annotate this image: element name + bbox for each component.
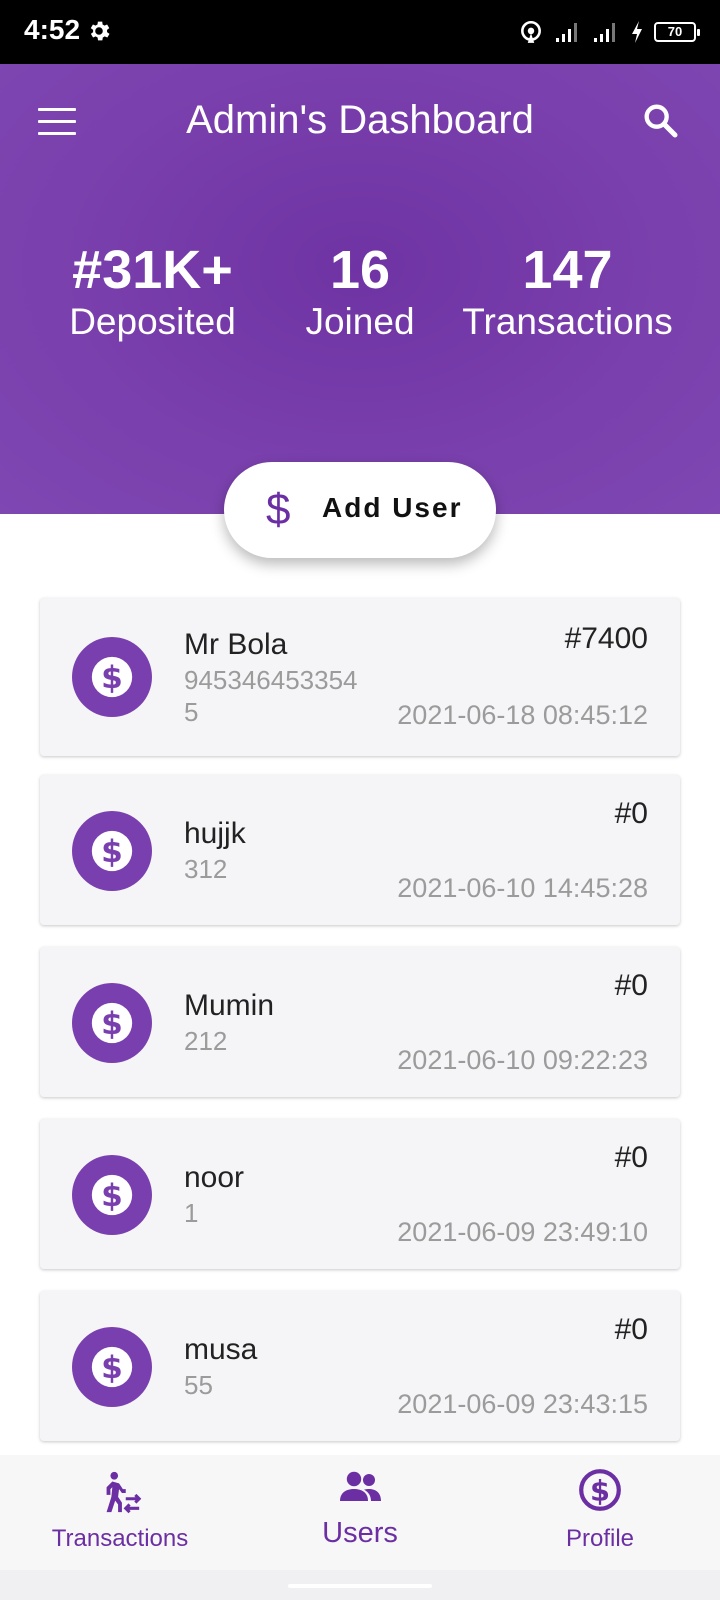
user-amount: #0 — [614, 797, 648, 830]
user-amount: #0 — [614, 1313, 648, 1346]
dollar-circle-icon: $ — [579, 1469, 621, 1511]
dollar-circle-icon: $ — [72, 637, 152, 717]
user-name: Mr Bola — [184, 628, 288, 661]
stat-value: #31K+ — [72, 240, 233, 300]
settings-gear-icon — [90, 21, 110, 41]
stats-row: #31K+ Deposited 16 Joined 147 Transactio… — [0, 240, 720, 350]
status-time: 4:52 — [24, 14, 81, 45]
list-item[interactable]: $ noor 1 #0 2021-06-09 23:49:10 — [40, 1119, 680, 1269]
user-name: hujjk — [184, 817, 246, 850]
user-name: musa — [184, 1333, 258, 1366]
dollar-circle-icon: $ — [72, 1155, 152, 1235]
stat-label: Deposited — [69, 301, 236, 342]
list-item[interactable]: $ Mr Bola 9453464533545 #7400 2021-06-18… — [40, 598, 680, 756]
user-name: Mumin — [184, 989, 275, 1022]
status-bar: 4:52 70 — [0, 0, 720, 64]
user-phone: 1 — [184, 1198, 199, 1228]
gesture-bar — [0, 1570, 720, 1600]
transfer-walk-icon — [106, 1471, 142, 1514]
list-item[interactable]: $ hujjk 312 #0 2021-06-10 14:45:28 — [40, 775, 680, 925]
user-name: noor — [184, 1161, 245, 1194]
user-phone: 9453464533545 — [184, 665, 358, 727]
dollar-icon: $ — [266, 485, 291, 534]
dollar-circle-icon: $ — [72, 1327, 152, 1407]
svg-text:$: $ — [101, 660, 123, 696]
page: { "status_bar": { "time": "4:52", "batte… — [0, 0, 720, 1600]
add-user-button[interactable]: $ Add User — [224, 462, 496, 558]
user-phone: 55 — [184, 1370, 213, 1400]
user-date: 2021-06-10 14:45:28 — [397, 873, 648, 903]
stat-label: Transactions — [462, 301, 673, 342]
user-date: 2021-06-09 23:49:10 — [397, 1217, 648, 1247]
dollar-circle-icon: $ — [72, 983, 152, 1063]
user-amount: #0 — [614, 1141, 648, 1174]
user-amount: #0 — [614, 969, 648, 1002]
svg-text:$: $ — [101, 1178, 123, 1214]
search-icon[interactable] — [640, 100, 680, 140]
add-user-label: Add User — [322, 492, 463, 523]
signal-icon-2 — [594, 23, 615, 42]
user-date: 2021-06-10 09:22:23 — [397, 1045, 648, 1075]
user-date: 2021-06-09 23:43:15 — [397, 1389, 648, 1419]
status-icons: 70 — [518, 18, 700, 46]
stat-joined: 16 Joined — [290, 240, 430, 344]
nav-label: Transactions — [51, 1525, 189, 1552]
group-icon — [340, 1471, 381, 1501]
stat-transactions: 147 Transactions — [455, 240, 680, 344]
signal-icon — [556, 23, 577, 42]
user-amount: #7400 — [564, 622, 648, 655]
list-item[interactable]: $ musa 55 #0 2021-06-09 23:43:15 — [40, 1291, 680, 1441]
svg-text:$: $ — [101, 1006, 123, 1042]
dashboard-header: Admin's Dashboard #31K+ Deposited 16 Joi… — [0, 64, 720, 514]
stat-value: 16 — [329, 240, 391, 300]
nav-label: Profile — [565, 1525, 635, 1552]
svg-text:$: $ — [101, 1350, 123, 1386]
user-phone: 312 — [184, 854, 228, 884]
dollar-circle-icon: $ — [72, 811, 152, 891]
charging-icon — [632, 21, 642, 43]
nav-users[interactable]: Users — [240, 1455, 480, 1570]
nav-transactions[interactable]: Transactions — [0, 1455, 240, 1570]
user-phone: 212 — [184, 1026, 228, 1056]
stat-label: Joined — [305, 301, 415, 342]
nav-profile[interactable]: $ Profile — [480, 1455, 720, 1570]
svg-text:$: $ — [590, 1474, 610, 1508]
battery-icon: 70 — [654, 22, 700, 42]
bottom-navigation: Transactions Users $ Profile — [0, 1455, 720, 1570]
svg-text:$: $ — [101, 834, 123, 870]
nav-label: Users — [322, 1517, 398, 1549]
user-date: 2021-06-18 08:45:12 — [397, 700, 648, 730]
page-title: Admin's Dashboard — [186, 98, 534, 142]
stat-deposited: #31K+ Deposited — [50, 240, 255, 344]
stat-value: 147 — [522, 240, 613, 300]
hotspot-icon — [521, 20, 541, 43]
list-item[interactable]: $ Mumin 212 #0 2021-06-10 09:22:23 — [40, 947, 680, 1097]
